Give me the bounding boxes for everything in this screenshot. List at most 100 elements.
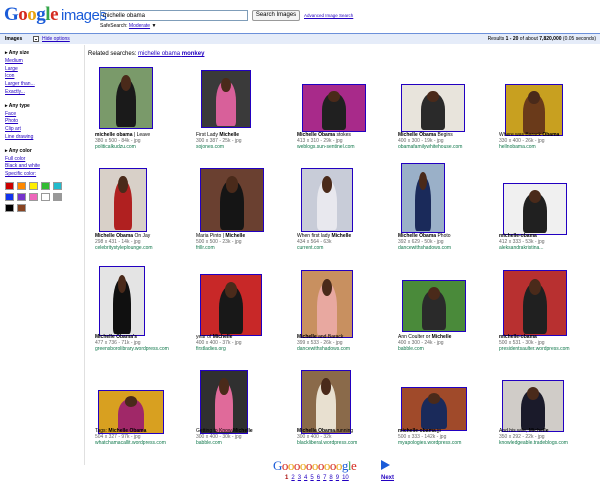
next-arrow-icon[interactable]	[381, 460, 390, 470]
image-thumbnail[interactable]	[200, 370, 248, 434]
next-page-link[interactable]: Next	[381, 475, 394, 481]
image-thumbnail[interactable]	[201, 70, 251, 128]
image-site[interactable]: knowledgeable.tradeblogs.com	[499, 440, 599, 446]
results-stats: Results 1 - 20 of about 7,820,000 (0.05 …	[487, 36, 596, 42]
search-images-button[interactable]: Search Images	[252, 10, 300, 21]
sidebar-size-link[interactable]: Larger than...	[5, 81, 35, 87]
image-site[interactable]: politicalkudzu.com	[95, 144, 195, 150]
related-link[interactable]: michelle obama monkey	[138, 51, 204, 57]
sidebar-type-option: Photo	[5, 118, 81, 126]
collapse-icon[interactable]	[33, 36, 39, 42]
image-thumbnail[interactable]	[302, 84, 366, 132]
page-link[interactable]: 10	[342, 475, 349, 481]
image-site[interactable]: babble.com	[398, 346, 498, 352]
title-text: Ann Coulter or	[398, 334, 432, 340]
image-thumbnail[interactable]	[301, 270, 353, 338]
image-thumbnail[interactable]	[301, 168, 353, 232]
image-site[interactable]: myapologies.wordpress.com	[398, 440, 498, 446]
color-swatch[interactable]	[29, 181, 38, 190]
image-thumbnail[interactable]	[503, 270, 567, 336]
page-link[interactable]: 6	[317, 475, 320, 481]
page-link[interactable]: 2	[291, 475, 294, 481]
color-swatch[interactable]	[17, 203, 26, 212]
image-thumbnail[interactable]	[401, 387, 467, 431]
sidebar-type-link[interactable]: Line drawing	[5, 134, 33, 140]
image-site[interactable]: frillr.com	[196, 245, 296, 251]
page-link[interactable]: 3	[298, 475, 301, 481]
section-title: Images	[5, 36, 23, 42]
sidebar-color-link[interactable]: Full color	[5, 156, 25, 162]
image-caption: Ann Coulter or Michelle 400 x 300 - 24k -…	[398, 334, 498, 353]
image-site[interactable]: hellnobama.com	[499, 144, 599, 150]
page-link[interactable]: 8	[329, 475, 332, 481]
hide-options-link[interactable]: Hide options	[42, 36, 70, 42]
color-swatch[interactable]	[17, 181, 26, 190]
image-site[interactable]: blackliberal.wordpress.com	[297, 440, 397, 446]
image-caption: Michelle Obama running 300 x 400 - 32k bla…	[297, 428, 397, 447]
image-thumbnail[interactable]	[301, 370, 351, 434]
sidebar-color-link[interactable]: Black and white	[5, 163, 40, 169]
advanced-image-search-link[interactable]: Advanced Image Search	[304, 13, 353, 18]
image-site[interactable]: babble.com	[196, 440, 296, 446]
safesearch-select[interactable]: Moderate	[129, 23, 150, 29]
image-site[interactable]: aleksandrakristina...	[499, 245, 599, 251]
image-thumbnail[interactable]	[402, 280, 466, 332]
image-thumbnail[interactable]	[200, 274, 262, 336]
image-caption: Michelle Obama Begins 400 x 300 - 19k - j…	[398, 132, 498, 151]
page-link[interactable]: 7	[323, 475, 326, 481]
image-site[interactable]: dancewithshadows.com	[297, 346, 397, 352]
sidebar-size-link[interactable]: Medium	[5, 58, 23, 64]
title-bold: Obama	[542, 132, 560, 138]
image-site[interactable]: whatchamacallit.wordpress.com	[95, 440, 195, 446]
image-result: Michelle Obama stokes 413 x 310 - 29k - j…	[297, 62, 398, 163]
sidebar-size-link[interactable]: Icon	[5, 73, 14, 79]
image-result: Michelle Obama On Jay 298 x 431 - 14k - j…	[95, 163, 196, 264]
color-swatch[interactable]	[53, 192, 62, 201]
image-result: michelle-obama 412 x 333 - 53k - jpg aleks…	[499, 163, 600, 264]
image-site[interactable]: greensborolibrary.wordpress.com	[95, 346, 195, 352]
sidebar-size-link[interactable]: Large	[5, 66, 18, 72]
search-input[interactable]: michelle obama	[100, 10, 248, 21]
chevron-down-icon[interactable]: ▼	[151, 23, 156, 29]
color-swatch[interactable]	[5, 192, 14, 201]
image-site[interactable]: sojones.com	[196, 144, 296, 150]
image-thumbnail[interactable]	[505, 84, 563, 136]
sidebar-type-link[interactable]: Face	[5, 111, 16, 117]
image-caption: And his wife, Michelle 350 x 292 - 22k - …	[499, 428, 599, 447]
image-site[interactable]: dancewithshadows.com	[398, 245, 498, 251]
image-site[interactable]: weblogs.sun-sentinel.com	[297, 144, 397, 150]
color-swatch[interactable]	[29, 192, 38, 201]
page-link[interactable]: 4	[304, 475, 307, 481]
image-thumbnail[interactable]	[401, 163, 445, 233]
sidebar-type-link[interactable]: Photo	[5, 118, 18, 124]
image-site[interactable]: firstladies.org	[196, 346, 296, 352]
image-thumbnail[interactable]	[99, 67, 153, 129]
page-link[interactable]: 9	[336, 475, 339, 481]
color-swatch[interactable]	[41, 192, 50, 201]
color-swatch[interactable]	[5, 181, 14, 190]
page-link[interactable]: 5	[310, 475, 313, 481]
image-result: Michelle Obama's 477 x 736 - 71k - jpg gre…	[95, 264, 196, 365]
image-thumbnail[interactable]	[503, 183, 567, 235]
image-caption: Michelle and Barack 399 x 533 - 26k - jpg…	[297, 334, 397, 353]
image-site[interactable]: obamafamilywhitehouse.com	[398, 144, 498, 150]
image-thumbnail[interactable]	[401, 84, 465, 132]
color-swatch[interactable]	[5, 203, 14, 212]
image-thumbnail[interactable]	[99, 168, 147, 232]
image-caption: Michelle Obama's 477 x 736 - 71k - jpg gre…	[95, 334, 195, 353]
sidebar-color-option: Full color	[5, 156, 81, 164]
image-site[interactable]: celebritystyleplounge.com	[95, 245, 195, 251]
color-swatch[interactable]	[41, 181, 50, 190]
image-site[interactable]: presidentsaulter.wordpress.com	[499, 346, 599, 352]
google-images-logo[interactable]: Google images	[4, 4, 107, 26]
image-thumbnail[interactable]	[200, 168, 264, 232]
sidebar-color-link[interactable]: Specific color:	[5, 171, 36, 177]
image-site[interactable]: current.com	[297, 245, 397, 251]
image-thumbnail[interactable]	[99, 266, 145, 336]
color-swatch[interactable]	[17, 192, 26, 201]
sidebar-size-link[interactable]: Exactly...	[5, 89, 25, 95]
sidebar-type-link[interactable]: Clip art	[5, 126, 21, 132]
image-result: Michelle Obama running 300 x 400 - 32k bla…	[297, 365, 398, 466]
color-swatch[interactable]	[53, 181, 62, 190]
image-thumbnail[interactable]	[502, 380, 564, 432]
